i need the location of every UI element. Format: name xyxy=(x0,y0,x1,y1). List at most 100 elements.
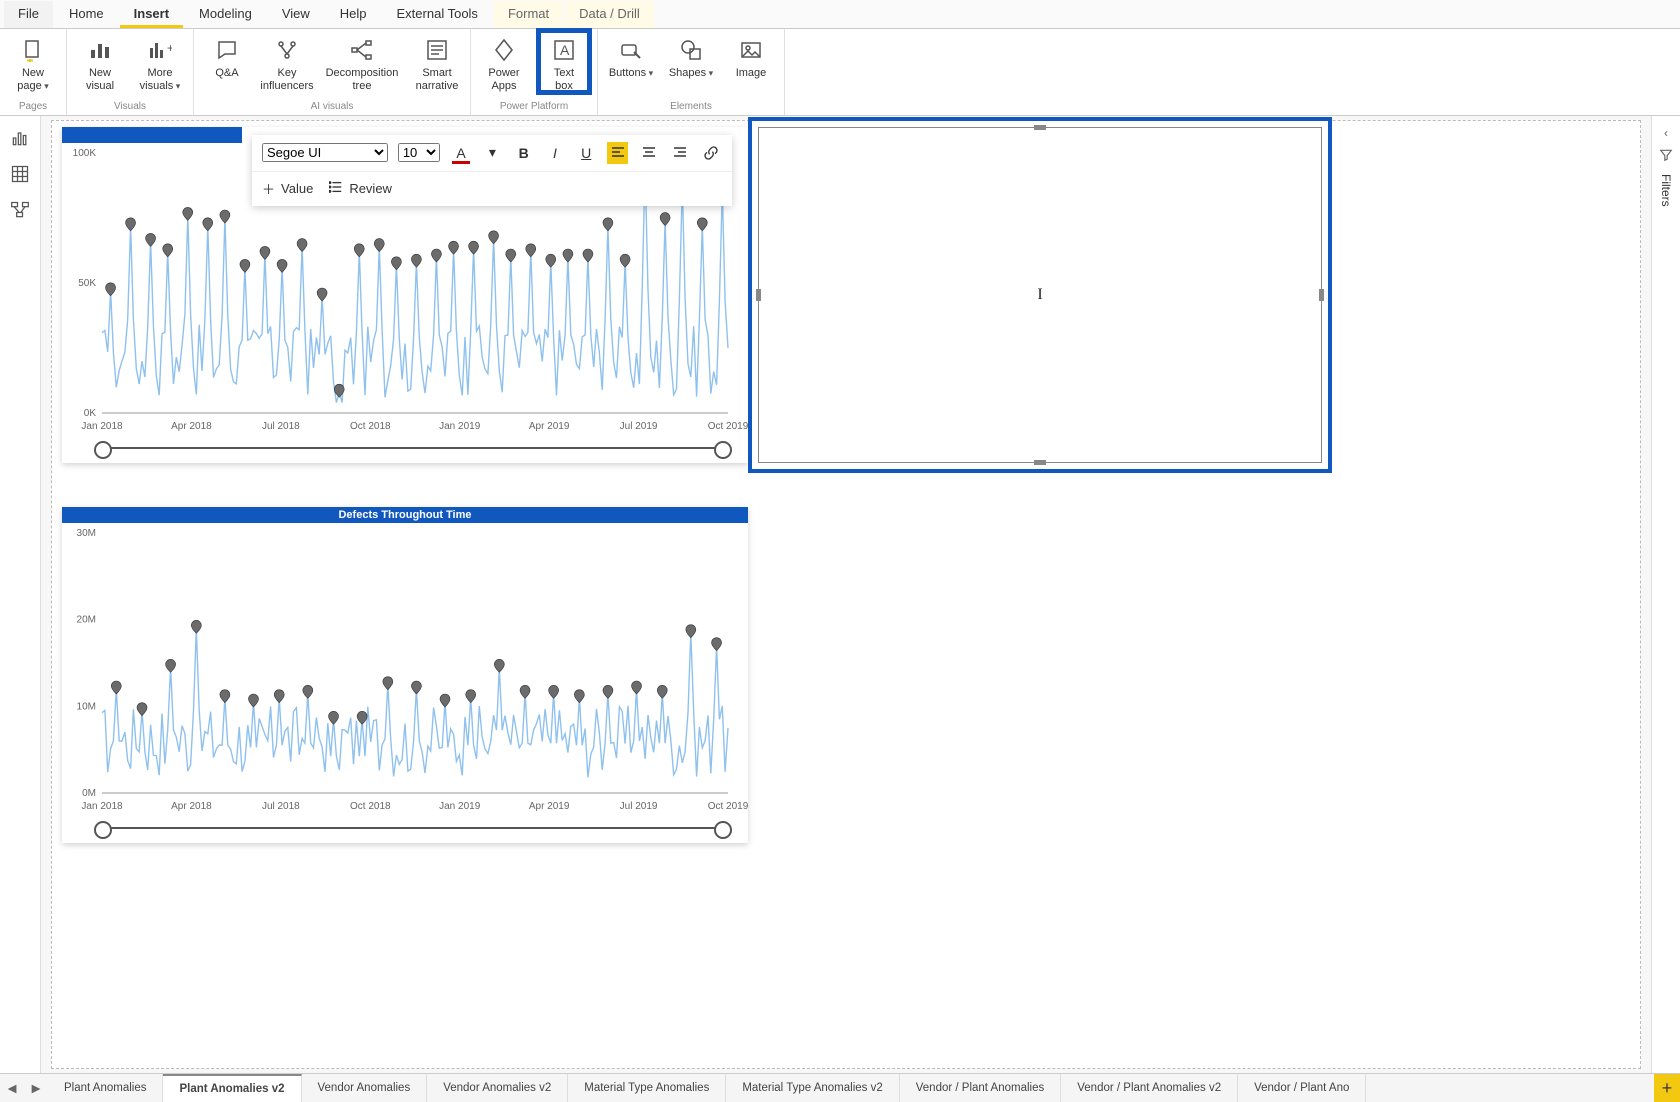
tab-format[interactable]: Format xyxy=(494,1,563,28)
svg-text:Apr 2019: Apr 2019 xyxy=(529,801,570,812)
new-visual-label: New visual xyxy=(86,67,114,92)
key-influencers-button[interactable]: Key influencers xyxy=(262,31,312,92)
model-view-button[interactable] xyxy=(10,200,30,220)
more-visuals-button[interactable]: + More visuals xyxy=(135,31,185,92)
page-tab[interactable]: Vendor Anomalies xyxy=(302,1074,428,1102)
tab-home[interactable]: Home xyxy=(55,1,118,28)
svg-text:Jul 2019: Jul 2019 xyxy=(620,801,658,812)
page-tab[interactable]: Vendor Anomalies v2 xyxy=(427,1074,568,1102)
page-tab[interactable]: Plant Anomalies xyxy=(48,1074,163,1102)
tab-file[interactable]: File xyxy=(4,1,53,28)
data-view-button[interactable] xyxy=(10,164,30,184)
shapes-button[interactable]: Shapes xyxy=(666,31,716,80)
power-apps-icon xyxy=(492,35,516,65)
svg-text:100K: 100K xyxy=(73,148,97,159)
resize-handle-tr[interactable] xyxy=(1311,127,1322,138)
font-color-dropdown[interactable]: ▾ xyxy=(482,142,503,164)
svg-text:Apr 2018: Apr 2018 xyxy=(171,421,212,432)
resize-handle-top[interactable] xyxy=(1034,125,1046,130)
report-view-button[interactable] xyxy=(10,128,30,148)
svg-text:0M: 0M xyxy=(82,788,96,799)
review-button[interactable]: Review xyxy=(329,180,392,197)
page-tabs-next[interactable]: ▶ xyxy=(24,1074,48,1102)
align-right-button[interactable] xyxy=(669,142,690,164)
value-label: Value xyxy=(281,181,313,196)
report-canvas[interactable]: 0K50K100KJan 2018Apr 2018Jul 2018Oct 201… xyxy=(41,116,1651,1073)
font-family-select[interactable]: Segoe UI xyxy=(262,143,388,162)
page-tab[interactable]: Material Type Anomalies xyxy=(568,1074,726,1102)
bold-button[interactable]: B xyxy=(513,142,534,164)
page-tab[interactable]: Vendor / Plant Ano xyxy=(1238,1074,1366,1102)
resize-handle-bottom[interactable] xyxy=(1034,460,1046,465)
format-toolbar: Segoe UI 10 A ▾ B I U xyxy=(252,135,732,206)
image-button[interactable]: Image xyxy=(726,31,776,80)
tab-insert[interactable]: Insert xyxy=(120,1,183,28)
add-page-button[interactable]: ＋ xyxy=(1654,1074,1680,1102)
text-cursor-icon: I xyxy=(1037,286,1042,304)
italic-button[interactable]: I xyxy=(544,142,565,164)
qa-button[interactable]: Q&A xyxy=(202,31,252,80)
image-label: Image xyxy=(736,67,767,80)
svg-text:Jul 2018: Jul 2018 xyxy=(262,421,300,432)
link-button[interactable] xyxy=(701,142,722,164)
resize-handle-tl[interactable] xyxy=(758,127,769,138)
narrative-icon xyxy=(425,35,449,65)
smart-narrative-label: Smart narrative xyxy=(416,67,459,92)
new-visual-button[interactable]: New visual xyxy=(75,31,125,92)
svg-text:20M: 20M xyxy=(77,614,96,625)
new-page-button[interactable]: New page xyxy=(8,31,58,92)
tab-external-tools[interactable]: External Tools xyxy=(383,1,492,28)
more-visuals-icon: + xyxy=(148,35,172,65)
key-influencers-label: Key influencers xyxy=(260,67,313,92)
chart1-slider[interactable] xyxy=(98,441,728,455)
filters-label[interactable]: Filters xyxy=(1659,174,1673,207)
font-color-button[interactable]: A xyxy=(450,142,471,164)
underline-button[interactable]: U xyxy=(576,142,597,164)
tab-view[interactable]: View xyxy=(268,1,324,28)
textbox-visual[interactable]: I xyxy=(752,121,1328,469)
tree-icon xyxy=(350,35,374,65)
power-apps-label: Power Apps xyxy=(479,67,529,92)
resize-handle-br[interactable] xyxy=(1311,452,1322,463)
tab-help[interactable]: Help xyxy=(326,1,381,28)
report-page: 0K50K100KJan 2018Apr 2018Jul 2018Oct 201… xyxy=(51,120,1641,1069)
page-tab[interactable]: Plant Anomalies v2 xyxy=(163,1074,301,1102)
chart2-slider[interactable] xyxy=(98,821,728,835)
plus-icon: ＋ xyxy=(262,179,275,198)
resize-handle-left[interactable] xyxy=(756,289,761,301)
bar-chart-icon xyxy=(88,35,112,65)
resize-handle-bl[interactable] xyxy=(758,452,769,463)
right-rail: ‹ Filters xyxy=(1651,116,1680,1073)
group-ai-visuals-label: AI visuals xyxy=(202,99,462,115)
chart2-visual[interactable]: Defects Throughout Time 0M10M20M30MJan 2… xyxy=(62,507,748,843)
add-value-button[interactable]: ＋ Value xyxy=(262,179,313,198)
tab-modeling[interactable]: Modeling xyxy=(185,1,266,28)
collapse-filters-button[interactable]: ‹ xyxy=(1664,126,1668,140)
text-box-label: Text box xyxy=(554,67,574,92)
svg-text:0K: 0K xyxy=(84,408,97,419)
resize-handle-right[interactable] xyxy=(1319,289,1324,301)
smart-narrative-button[interactable]: Smart narrative xyxy=(412,31,462,92)
power-apps-button[interactable]: Power Apps xyxy=(479,31,529,92)
textbox-frame[interactable]: I xyxy=(758,127,1322,463)
align-center-button[interactable] xyxy=(638,142,659,164)
page-tabs-prev[interactable]: ◀ xyxy=(0,1074,24,1102)
new-page-label: New page xyxy=(17,67,49,92)
font-size-select[interactable]: 10 xyxy=(398,143,441,162)
align-left-button[interactable] xyxy=(607,142,628,164)
svg-text:Jul 2019: Jul 2019 xyxy=(620,421,658,432)
more-visuals-label: More visuals xyxy=(140,67,181,92)
svg-text:Oct 2019: Oct 2019 xyxy=(708,421,748,432)
page-tab[interactable]: Vendor / Plant Anomalies v2 xyxy=(1061,1074,1238,1102)
left-rail xyxy=(0,116,41,1073)
decomposition-tree-label: Decomposition tree xyxy=(326,67,399,92)
decomposition-tree-button[interactable]: Decomposition tree xyxy=(322,31,402,92)
group-power-platform-label: Power Platform xyxy=(479,99,589,115)
page-tab[interactable]: Material Type Anomalies v2 xyxy=(726,1074,899,1102)
chart2-plot: 0M10M20M30MJan 2018Apr 2018Jul 2018Oct 2… xyxy=(62,523,748,823)
group-elements-label: Elements xyxy=(606,99,776,115)
page-tab[interactable]: Vendor / Plant Anomalies xyxy=(900,1074,1062,1102)
buttons-button[interactable]: Buttons xyxy=(606,31,656,80)
tab-data-drill[interactable]: Data / Drill xyxy=(565,1,654,28)
text-box-button[interactable]: A Text box xyxy=(539,31,589,92)
